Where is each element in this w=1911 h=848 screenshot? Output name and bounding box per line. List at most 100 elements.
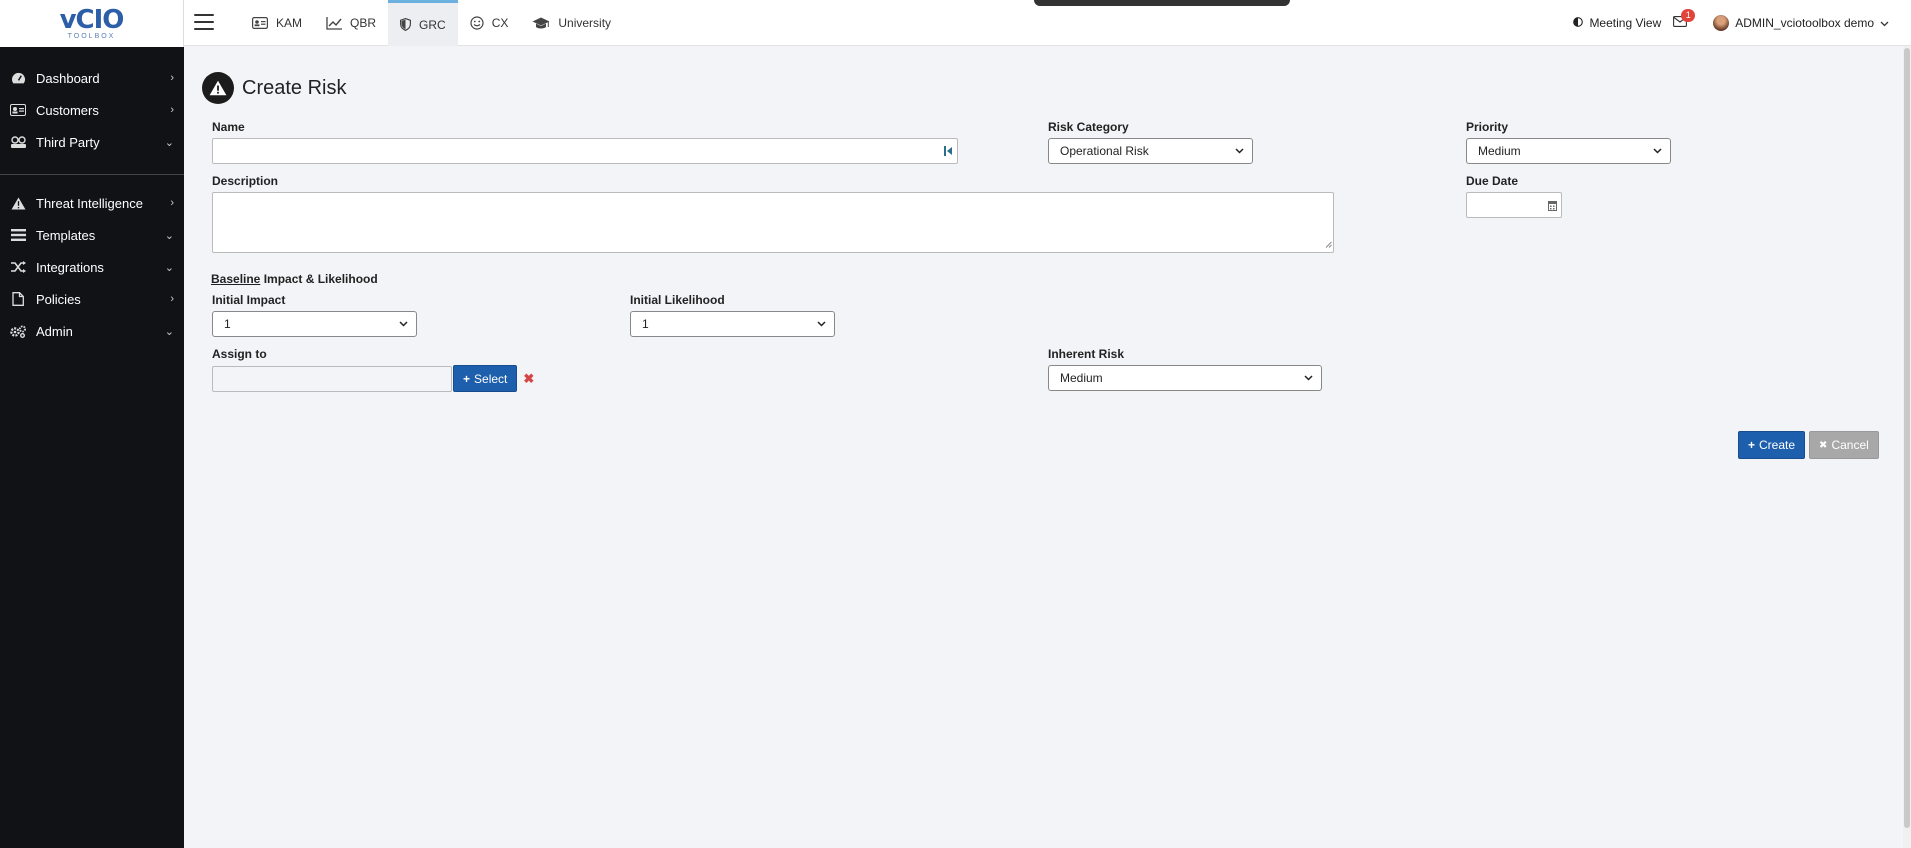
close-icon: ✖ <box>1819 439 1828 451</box>
chevron-right-icon: › <box>170 197 174 209</box>
clear-assignee-icon[interactable]: ✖ <box>523 371 534 387</box>
meeting-view-toggle[interactable]: Meeting View <box>1573 16 1661 30</box>
tab-label: University <box>558 16 612 30</box>
sidebar-item-label: Templates <box>36 227 96 243</box>
sidebar-item-integrations[interactable]: Integrations ⌄ <box>0 251 184 283</box>
risk-category-label: Risk Category <box>1048 120 1129 134</box>
chevron-down-icon <box>1235 146 1244 157</box>
top-bar: KAM QBR GRC CX University Meeting View 1 <box>184 0 1911 46</box>
chevron-down-icon <box>1880 16 1889 30</box>
due-date-input[interactable] <box>1466 192 1562 218</box>
sidebar-item-label: Customers <box>36 102 99 118</box>
file-icon <box>8 292 28 306</box>
cancel-button[interactable]: ✖ Cancel <box>1809 431 1879 459</box>
sidebar-item-policies[interactable]: Policies › <box>0 283 184 315</box>
sidebar-item-label: Admin <box>36 323 73 339</box>
inherent-risk-field-group: Inherent Risk Medium <box>1048 347 1322 391</box>
tab-qbr[interactable]: QBR <box>314 0 388 46</box>
avatar <box>1713 15 1730 31</box>
sidebar-divider <box>0 174 184 175</box>
sidebar-item-label: Third Party <box>36 134 100 150</box>
initial-likelihood-field-group: Initial Likelihood 1 <box>630 293 835 337</box>
sidebar-item-label: Threat Intelligence <box>36 195 143 211</box>
assign-to-row: + Select ✖ <box>212 365 552 392</box>
priority-field-group: Priority Medium <box>1466 120 1671 164</box>
description-textarea[interactable] <box>212 192 1334 253</box>
sidebar-item-dashboard[interactable]: Dashboard › <box>0 62 184 94</box>
dashboard-gauge-icon <box>8 72 28 85</box>
notifications-button[interactable]: 1 <box>1673 9 1696 30</box>
create-button-label: Create <box>1759 438 1796 452</box>
inherent-risk-select[interactable]: Medium <box>1048 365 1322 391</box>
tab-kam[interactable]: KAM <box>240 0 314 46</box>
user-name: ADMIN_vciotoolbox demo <box>1735 16 1874 30</box>
page-title: Create Risk <box>242 76 347 99</box>
graduation-cap-icon <box>532 17 550 30</box>
name-input[interactable] <box>212 138 958 164</box>
sidebar-nav-bottom: Threat Intelligence › Templates ⌄ Integr… <box>0 187 184 347</box>
user-menu[interactable]: ADMIN_vciotoolbox demo <box>1713 15 1889 31</box>
smile-icon <box>470 16 484 30</box>
plus-icon: + <box>463 371 471 386</box>
risk-category-select[interactable]: Operational Risk <box>1048 138 1253 164</box>
handshake-icon <box>8 135 28 149</box>
gears-icon <box>8 325 28 338</box>
initial-impact-label: Initial Impact <box>212 293 286 307</box>
resize-handle-icon <box>1325 236 1332 251</box>
select-button-label: Select <box>474 371 508 386</box>
baseline-underlined: Baseline <box>211 272 261 286</box>
description-label: Description <box>212 174 279 188</box>
list-icon <box>8 229 28 241</box>
description-field-group: Description <box>212 174 1334 253</box>
chevron-down-icon <box>1653 146 1662 157</box>
tab-label: CX <box>491 16 509 30</box>
shield-icon <box>400 18 412 31</box>
logo[interactable]: vCIO TOOLBOX <box>0 0 184 47</box>
create-button[interactable]: + Create <box>1738 431 1806 459</box>
chevron-down-icon: ⌄ <box>164 325 174 338</box>
name-label: Name <box>212 120 245 134</box>
sidebar-item-templates[interactable]: Templates ⌄ <box>0 219 184 251</box>
chevron-down-icon <box>399 319 408 330</box>
sidebar-item-third-party[interactable]: Third Party ⌄ <box>0 126 184 158</box>
sidebar-item-label: Dashboard <box>36 70 100 86</box>
tab-grc[interactable]: GRC <box>388 0 458 46</box>
hamburger-menu-icon[interactable] <box>194 14 214 30</box>
tab-label: QBR <box>350 16 377 30</box>
module-tabs: KAM QBR GRC CX University <box>240 0 623 46</box>
initial-likelihood-select[interactable]: 1 <box>630 311 835 337</box>
address-card-icon <box>8 104 28 116</box>
priority-value: Medium <box>1478 144 1521 158</box>
priority-select[interactable]: Medium <box>1466 138 1671 164</box>
notification-badge: 1 <box>1681 9 1696 22</box>
sidebar-item-threat-intelligence[interactable]: Threat Intelligence › <box>0 187 184 219</box>
main-content: Create Risk Name Risk Category Operation… <box>184 46 1903 848</box>
chevron-down-icon <box>1304 373 1313 384</box>
tab-university[interactable]: University <box>520 0 623 46</box>
warning-triangle-icon <box>8 196 28 210</box>
toast-notification-edge <box>1034 0 1290 6</box>
tab-cx[interactable]: CX <box>458 0 521 46</box>
name-field-group: Name <box>212 120 958 164</box>
assign-to-input[interactable] <box>212 365 452 392</box>
sidebar-item-customers[interactable]: Customers › <box>0 94 184 126</box>
assign-select-button[interactable]: + Select <box>453 365 518 392</box>
tab-label: GRC <box>419 17 446 32</box>
line-chart-icon <box>326 16 343 30</box>
top-right-controls: Meeting View 1 ADMIN_vciotoolbox demo <box>1573 0 1889 46</box>
cancel-button-label: Cancel <box>1831 438 1869 452</box>
assign-to-field-group: Assign to + Select ✖ <box>212 347 552 392</box>
initial-impact-select[interactable]: 1 <box>212 311 417 337</box>
initial-likelihood-value: 1 <box>642 317 649 331</box>
page-header: Create Risk <box>202 72 346 104</box>
scrollbar-thumb[interactable] <box>1904 48 1910 828</box>
calendar-icon <box>1548 199 1557 214</box>
meeting-view-label: Meeting View <box>1589 16 1662 30</box>
chevron-right-icon: › <box>170 293 174 305</box>
sidebar-item-label: Integrations <box>36 259 104 275</box>
page-scrollbar[interactable] <box>1903 46 1911 848</box>
plus-icon: + <box>1748 438 1756 452</box>
chevron-down-icon <box>817 319 826 330</box>
sidebar-item-admin[interactable]: Admin ⌄ <box>0 315 184 347</box>
chevron-down-icon: ⌄ <box>164 136 174 149</box>
